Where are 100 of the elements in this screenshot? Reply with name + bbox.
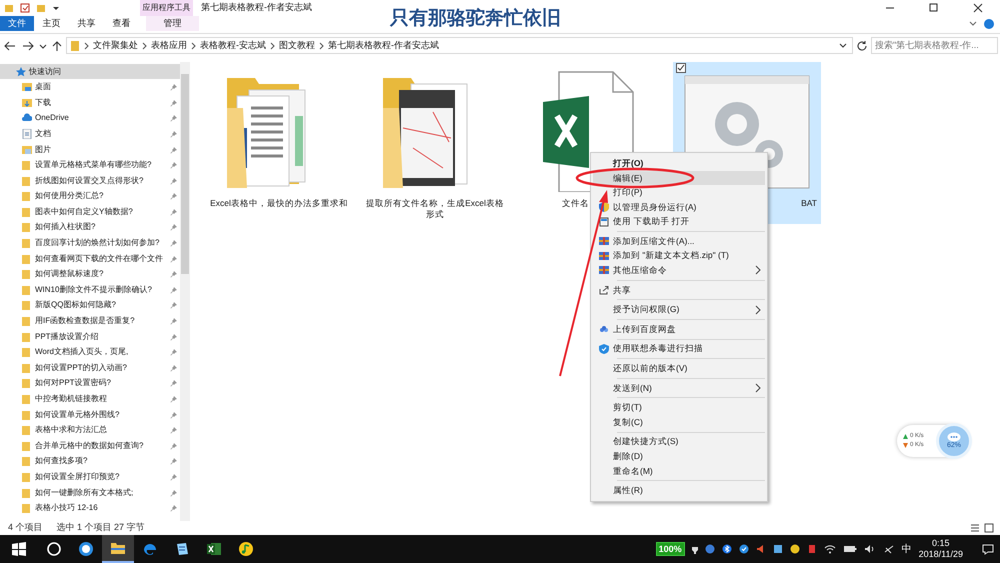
refresh-icon[interactable]	[855, 38, 869, 53]
pin-icon[interactable]	[170, 83, 178, 92]
up-icon[interactable]	[50, 38, 64, 53]
sidebar-item[interactable]: 设置单元格格式菜单有哪些功能?	[0, 157, 180, 173]
menu-item[interactable]: 添加到压缩文件(A)...	[593, 234, 765, 249]
sidebar-item[interactable]: PPT播放设置介绍	[0, 328, 180, 344]
pin-icon[interactable]	[170, 286, 178, 294]
pin-icon[interactable]	[170, 270, 178, 278]
back-icon[interactable]	[2, 38, 18, 53]
menu-item[interactable]: 剪切(T)	[593, 400, 765, 415]
sidebar-item[interactable]: 如何插入柱状图?	[0, 220, 180, 236]
sidebar-item[interactable]: 如何一键删除所有文本格式;	[0, 484, 180, 500]
menu-item[interactable]: 添加到 "新建文本文档.zip" (T)	[593, 248, 765, 264]
start-icon[interactable]	[12, 542, 26, 556]
shield-tray-icon[interactable]	[738, 544, 749, 554]
file-item[interactable]: 提取所有文件名称，生成Excel表格形式	[361, 62, 509, 224]
ribbon-tab[interactable]: 主页	[34, 16, 69, 31]
sidebar-item[interactable]: 如何设置全屏打印预览?	[0, 469, 180, 485]
breadcrumb[interactable]: 第七期表格教程-作者安志斌	[328, 39, 439, 53]
chevron-icon[interactable]	[84, 42, 89, 50]
sidebar-item[interactable]: 如何设置单元格外围线?	[0, 406, 180, 422]
sidebar-item[interactable]: 合并单元格中的数据如何查询?	[0, 438, 180, 454]
menu-item[interactable]: 重命名(M)	[593, 464, 765, 478]
sidebar-item[interactable]: 如何查找多项?	[0, 454, 180, 470]
pin-icon[interactable]	[170, 348, 178, 356]
pin-icon[interactable]	[170, 457, 178, 466]
ime-indicator[interactable]: 中	[902, 542, 912, 556]
pin-icon[interactable]	[170, 192, 178, 200]
pin-icon[interactable]	[170, 223, 178, 232]
pin-icon[interactable]	[170, 364, 178, 372]
volume-icon[interactable]	[864, 544, 876, 554]
menu-item[interactable]: 还原以前的版本(V)	[593, 361, 765, 376]
chevron-icon[interactable]	[319, 42, 324, 50]
file-item[interactable]: Excel表格中，最快的办法多重求和	[205, 62, 353, 224]
sidebar-item[interactable]: 图片	[0, 142, 180, 158]
chevron-icon[interactable]	[270, 42, 275, 50]
wifi-icon[interactable]	[824, 544, 836, 554]
menu-item[interactable]: 使用联想杀毒进行扫描	[593, 342, 765, 356]
pin-icon[interactable]	[170, 317, 178, 326]
pin-icon[interactable]	[170, 208, 178, 216]
scrollbar[interactable]	[180, 62, 190, 522]
pin-icon[interactable]	[170, 410, 178, 419]
sidebar-item[interactable]: 折线图如何设置交叉点得形状?	[0, 172, 180, 188]
sidebar-item[interactable]: 桌面	[0, 79, 180, 95]
ribbon-tab[interactable]: 共享	[69, 16, 104, 31]
pin-icon[interactable]	[170, 114, 178, 122]
pin-icon[interactable]	[170, 130, 178, 138]
menu-item[interactable]: 删除(D)	[593, 449, 765, 464]
details-view-icon[interactable]	[970, 523, 980, 534]
plug-icon[interactable]	[692, 544, 698, 554]
speaker-tray-icon[interactable]	[756, 544, 766, 554]
sidebar-item[interactable]: 如何使用分类汇总?	[0, 188, 180, 204]
sidebar-item[interactable]: 百度回享计划的焕然计划如何参加?	[0, 235, 180, 251]
clock-time[interactable]: 0:15	[932, 538, 950, 549]
bluetooth-icon[interactable]	[722, 544, 732, 554]
sidebar-item[interactable]: OneDrive	[0, 110, 180, 126]
pin-icon[interactable]	[170, 472, 178, 481]
notification-icon[interactable]	[982, 544, 994, 554]
breadcrumb[interactable]: 表格教程-安志斌	[200, 39, 266, 53]
address-bar[interactable]: 文件聚集处 表格应用 表格教程-安志斌 图文教程 第七期表格教程-作者安志斌	[66, 37, 853, 54]
menu-item[interactable]: 其他压缩命令	[593, 263, 765, 278]
pin-icon[interactable]	[170, 239, 178, 248]
pin-icon[interactable]	[170, 426, 178, 434]
sidebar-item[interactable]: 如何对PPT设置密码?	[0, 376, 180, 392]
battery-icon[interactable]	[842, 544, 857, 554]
item-checkbox[interactable]	[676, 62, 686, 73]
search-field[interactable]: 搜索"第七期表格教程-作...	[871, 37, 998, 54]
sidebar-item[interactable]: 新版QQ图标如何隐藏?	[0, 298, 180, 314]
sidebar-item[interactable]: 表格中求和方法汇总	[0, 422, 180, 438]
breadcrumb[interactable]: 图文教程	[279, 39, 315, 53]
sidebar-item[interactable]: Word文档插入页头，页尾,	[0, 344, 180, 360]
properties-icon[interactable]	[20, 3, 30, 13]
app-tray-icon[interactable]	[772, 544, 783, 554]
pin-icon[interactable]	[170, 161, 178, 170]
battery-indicator[interactable]: 100%	[656, 542, 685, 556]
pin-icon[interactable]	[170, 98, 178, 107]
sidebar-item[interactable]: 下载	[0, 94, 180, 111]
menu-item[interactable]: 创建快捷方式(S)	[593, 434, 765, 450]
pin-icon[interactable]	[170, 395, 178, 403]
ribbon-tab[interactable]: 管理	[146, 16, 199, 31]
sidebar-item[interactable]: 用IF函数检查数据是否重复?	[0, 313, 180, 329]
pin-icon[interactable]	[170, 301, 178, 310]
menu-item[interactable]: 共享	[593, 282, 765, 298]
large-icons-view-icon[interactable]	[984, 523, 994, 534]
ribbon-tab[interactable]: 查看	[104, 16, 139, 31]
sidebar-item[interactable]: 文档	[0, 126, 180, 142]
app-tray-icon[interactable]	[704, 544, 715, 554]
forward-icon[interactable]	[20, 38, 36, 53]
ribbon-expand-icon[interactable]	[968, 18, 978, 28]
pin-icon[interactable]	[170, 332, 178, 341]
pin-icon[interactable]	[170, 254, 178, 263]
chevron-icon[interactable]	[142, 42, 147, 50]
menu-item[interactable]: 编辑(E)	[593, 170, 765, 186]
help-icon[interactable]	[984, 18, 994, 28]
app-tray-icon[interactable]	[790, 544, 800, 554]
pin-icon[interactable]	[170, 442, 178, 450]
pin-icon[interactable]	[170, 379, 178, 388]
menu-item[interactable]: 授予访问权限(G)	[593, 302, 765, 317]
breadcrumb[interactable]: 表格应用	[151, 39, 187, 53]
pin-icon[interactable]	[170, 504, 178, 512]
